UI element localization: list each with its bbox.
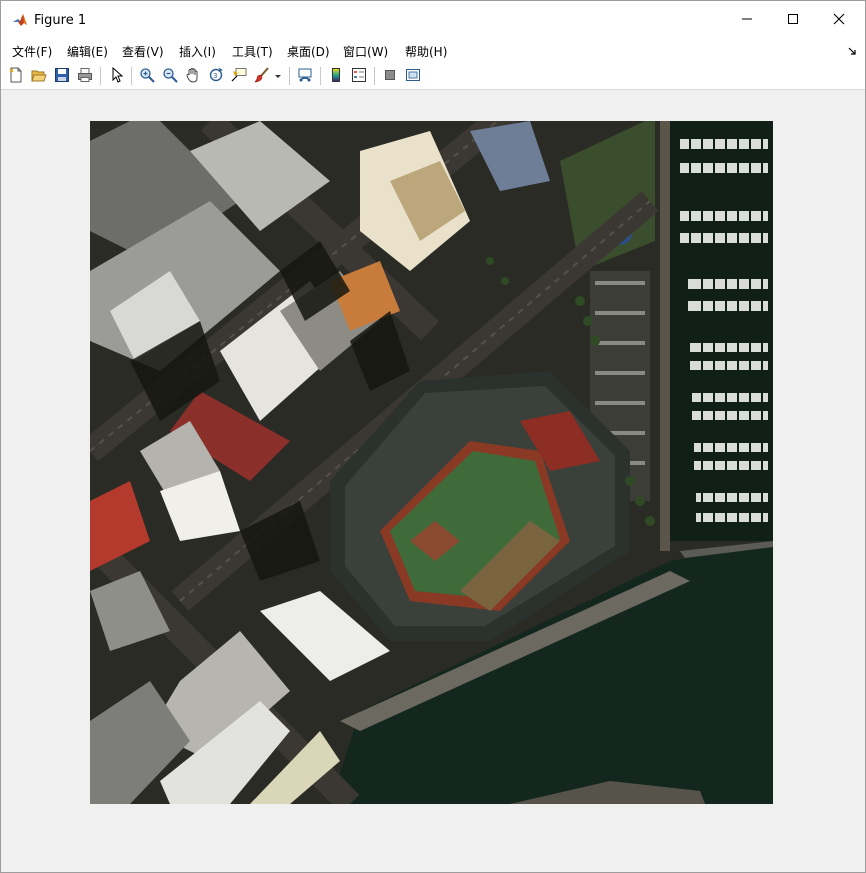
maximize-button[interactable]: [770, 1, 816, 39]
new-figure-icon: [8, 67, 24, 86]
figure-toolbar: 3: [1, 63, 865, 90]
zoom-in-icon: [139, 67, 155, 86]
menu-window[interactable]: 窗口(W): [343, 42, 388, 61]
menu-help[interactable]: 帮助(H): [405, 42, 447, 61]
brush-dropdown-icon: [274, 69, 282, 83]
data-cursor-icon: [231, 67, 247, 86]
menu-tools[interactable]: 工具(T): [232, 42, 273, 61]
menu-insert[interactable]: 插入(I): [179, 42, 216, 61]
hide-plot-tools-icon: [382, 67, 398, 86]
menu-file[interactable]: 文件(F): [12, 42, 52, 61]
minimize-button[interactable]: [724, 1, 770, 39]
zoom-out-icon: [162, 67, 178, 86]
zoom-in-button[interactable]: [137, 66, 157, 86]
link-plot-icon: [297, 67, 313, 86]
open-file-icon: [31, 67, 47, 86]
rotate-3d-button[interactable]: 3: [206, 66, 226, 86]
brush-dropdown-button[interactable]: [272, 66, 284, 86]
toolbar-separator: [100, 67, 101, 85]
new-figure-button[interactable]: [6, 66, 26, 86]
maximize-icon: [787, 13, 799, 28]
brush-button[interactable]: [252, 66, 272, 86]
data-cursor-button[interactable]: [229, 66, 249, 86]
show-plot-tools-icon: [405, 67, 421, 86]
close-icon: [833, 13, 845, 28]
menu-bar: 文件(F) 编辑(E) 查看(V) 插入(I) 工具(T) 桌面(D) 窗口(W…: [1, 39, 865, 63]
title-bar[interactable]: Figure 1: [1, 1, 865, 39]
save-button[interactable]: [52, 66, 72, 86]
insert-colorbar-button[interactable]: [326, 66, 346, 86]
insert-legend-icon: [351, 67, 367, 86]
toolbar-separator: [320, 67, 321, 85]
show-plot-tools-button[interactable]: [403, 66, 423, 86]
toolbar-separator: [289, 67, 290, 85]
print-icon: [77, 67, 93, 86]
hide-plot-tools-button[interactable]: [380, 66, 400, 86]
aerial-image-render: [90, 121, 773, 804]
save-icon: [54, 67, 70, 86]
open-file-button[interactable]: [29, 66, 49, 86]
pan-button[interactable]: [183, 66, 203, 86]
brush-icon: [254, 66, 270, 86]
edit-plot-button[interactable]: [107, 66, 127, 86]
toolbar-separator: [374, 67, 375, 85]
insert-legend-button[interactable]: [349, 66, 369, 86]
toolbar-separator: [131, 67, 132, 85]
aerial-image[interactable]: [90, 121, 773, 804]
print-button[interactable]: [75, 66, 95, 86]
rotate-3d-icon: 3: [208, 67, 224, 86]
link-plot-button[interactable]: [295, 66, 315, 86]
pan-hand-icon: [185, 67, 201, 86]
zoom-out-button[interactable]: [160, 66, 180, 86]
menu-edit[interactable]: 编辑(E): [67, 42, 108, 61]
menu-view[interactable]: 查看(V): [122, 42, 164, 61]
insert-colorbar-icon: [328, 67, 344, 86]
window-title: Figure 1: [34, 13, 87, 28]
close-button[interactable]: [816, 1, 862, 39]
minimize-icon: [741, 13, 753, 28]
menu-desktop[interactable]: 桌面(D): [287, 42, 330, 61]
matlab-logo-icon: [12, 12, 28, 28]
figure-window: Figure 1 文件(F) 编辑(E) 查看(V) 插入(I) 工具(T) 桌…: [0, 0, 866, 873]
dock-arrow-icon[interactable]: [847, 45, 857, 55]
edit-plot-arrow-icon: [109, 66, 125, 86]
svg-text:3: 3: [213, 72, 217, 80]
figure-canvas[interactable]: [1, 91, 865, 872]
